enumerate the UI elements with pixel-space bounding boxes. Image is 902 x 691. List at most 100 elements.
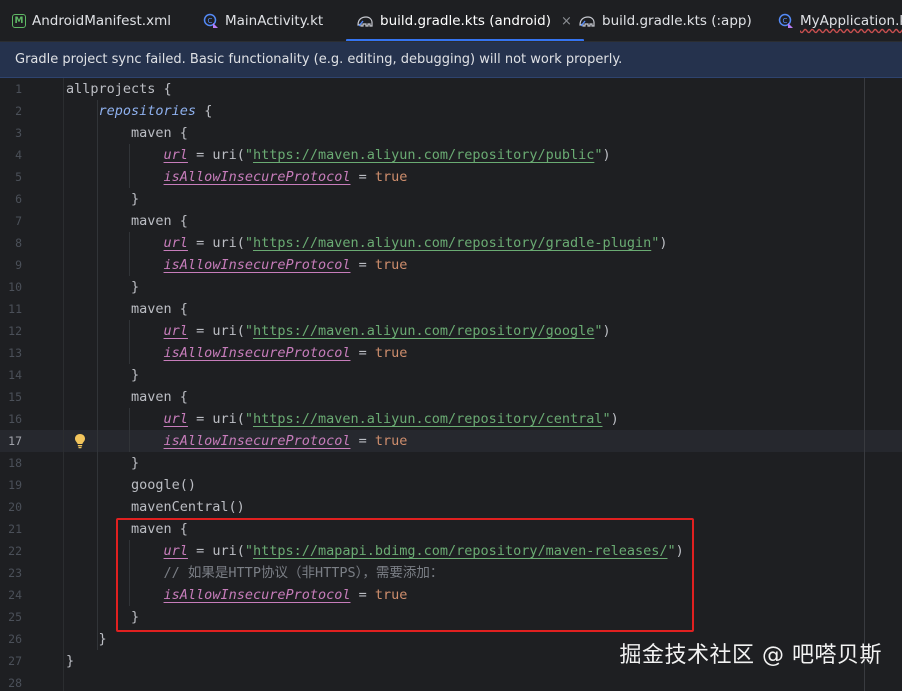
tab-my-application[interactable]: C MyApplication.kt [778, 0, 902, 41]
line-number: 6 [15, 192, 22, 206]
tab-build-gradle-android[interactable]: build.gradle.kts (android) × [346, 0, 584, 41]
indent-guide [129, 232, 130, 276]
code-token: https://maven.aliyun.com/repository/goog… [252, 323, 595, 339]
line-number: 10 [8, 280, 22, 294]
lightbulb-icon[interactable] [73, 433, 87, 449]
code-token: } [66, 631, 107, 647]
banner-message: Gradle project sync failed. Basic functi… [15, 52, 623, 67]
tab-main-activity[interactable]: C MainActivity.kt [203, 0, 324, 41]
code-line[interactable]: 3 maven { [0, 122, 902, 144]
line-number: 17 [8, 434, 22, 448]
code-editor[interactable]: 1 allprojects {2 repositories {3 maven {4… [0, 78, 902, 691]
code-token: url [163, 147, 188, 163]
line-code: } [66, 650, 74, 672]
svg-text:C: C [208, 17, 213, 25]
code-token: true [374, 169, 408, 185]
tab-build-gradle-app[interactable]: build.gradle.kts (:app) [578, 0, 752, 41]
code-line[interactable]: 4 url = uri("https://maven.aliyun.com/re… [0, 144, 902, 166]
code-token: = uri( [187, 147, 245, 163]
line-number: 15 [8, 390, 22, 404]
tab-label: MainActivity.kt [225, 13, 324, 29]
code-token: " [602, 411, 611, 427]
code-line[interactable]: 12 url = uri("https://maven.aliyun.com/r… [0, 320, 902, 342]
code-token: url [163, 323, 188, 339]
code-token: = [350, 433, 375, 449]
tab-android-manifest[interactable]: M AndroidManifest.xml [12, 0, 171, 41]
line-code: } [66, 276, 139, 298]
code-token: = [350, 345, 375, 361]
line-code: } [66, 628, 107, 650]
code-token: } [66, 367, 140, 383]
code-line[interactable]: 17 isAllowInsecureProtocol = true [0, 430, 902, 452]
code-line[interactable]: 16 url = uri("https://maven.aliyun.com/r… [0, 408, 902, 430]
code-token: https://maven.aliyun.com/repository/grad… [252, 235, 652, 251]
line-code: } [66, 452, 139, 474]
code-line[interactable]: 10 } [0, 276, 902, 298]
code-line[interactable]: 20 mavenCentral() [0, 496, 902, 518]
indent-guide [129, 144, 130, 188]
code-line[interactable]: 15 maven { [0, 386, 902, 408]
close-icon[interactable]: × [561, 14, 572, 29]
line-code: isAllowInsecureProtocol = true [66, 166, 408, 188]
code-token: maven { [66, 389, 188, 405]
code-line[interactable]: 11 maven { [0, 298, 902, 320]
line-code: mavenCentral() [66, 496, 245, 518]
code-token: repositories [98, 103, 197, 119]
code-token: = [350, 169, 375, 185]
code-token: = uri( [187, 411, 245, 427]
line-number: 2 [15, 104, 22, 118]
line-code: maven { [66, 122, 188, 144]
line-number: 28 [8, 676, 22, 690]
code-token: true [374, 345, 408, 361]
code-line[interactable]: 28 [0, 672, 902, 691]
code-token: isAllowInsecureProtocol [163, 169, 351, 185]
gradle-elephant-icon [356, 13, 374, 29]
line-number: 8 [15, 236, 22, 250]
code-line[interactable]: 7 maven { [0, 210, 902, 232]
line-code: } [66, 188, 139, 210]
code-line[interactable]: 5 isAllowInsecureProtocol = true [0, 166, 902, 188]
code-token: https://maven.aliyun.com/repository/cent… [252, 411, 603, 427]
line-code: } [66, 364, 139, 386]
line-number: 12 [8, 324, 22, 338]
gutter-separator [63, 78, 64, 691]
editor-tab-bar: M AndroidManifest.xml C MainActivity.kt … [0, 0, 902, 42]
line-number: 25 [8, 610, 22, 624]
manifest-icon: M [12, 14, 26, 28]
indent-guide [129, 320, 130, 364]
code-token: google() [66, 477, 197, 493]
indent-guide [97, 100, 98, 650]
line-number: 26 [8, 632, 22, 646]
code-line[interactable]: 9 isAllowInsecureProtocol = true [0, 254, 902, 276]
code-line[interactable]: 14 } [0, 364, 902, 386]
code-line[interactable]: 8 url = uri("https://maven.aliyun.com/re… [0, 232, 902, 254]
line-code: google() [66, 474, 196, 496]
line-number: 1 [15, 82, 22, 96]
code-token: mavenCentral() [66, 499, 245, 515]
line-code: maven { [66, 386, 188, 408]
line-number: 23 [8, 566, 22, 580]
tab-label: MyApplication.kt [800, 13, 902, 29]
code-line[interactable]: 6 } [0, 188, 902, 210]
code-token: = [350, 257, 375, 273]
line-number: 4 [15, 148, 22, 162]
code-line[interactable]: 19 google() [0, 474, 902, 496]
line-number: 22 [8, 544, 22, 558]
tab-label: AndroidManifest.xml [32, 13, 171, 29]
code-token: } [66, 279, 140, 295]
line-code: allprojects { [66, 78, 172, 100]
line-code: url = uri("https://maven.aliyun.com/repo… [66, 144, 611, 166]
tab-label: build.gradle.kts (:app) [602, 13, 752, 29]
code-line[interactable]: 1 allprojects { [0, 78, 902, 100]
code-line[interactable]: 2 repositories { [0, 100, 902, 122]
code-token: } [66, 653, 75, 669]
code-line[interactable]: 13 isAllowInsecureProtocol = true [0, 342, 902, 364]
code-line[interactable]: 18 } [0, 452, 902, 474]
line-code: isAllowInsecureProtocol = true [66, 254, 408, 276]
